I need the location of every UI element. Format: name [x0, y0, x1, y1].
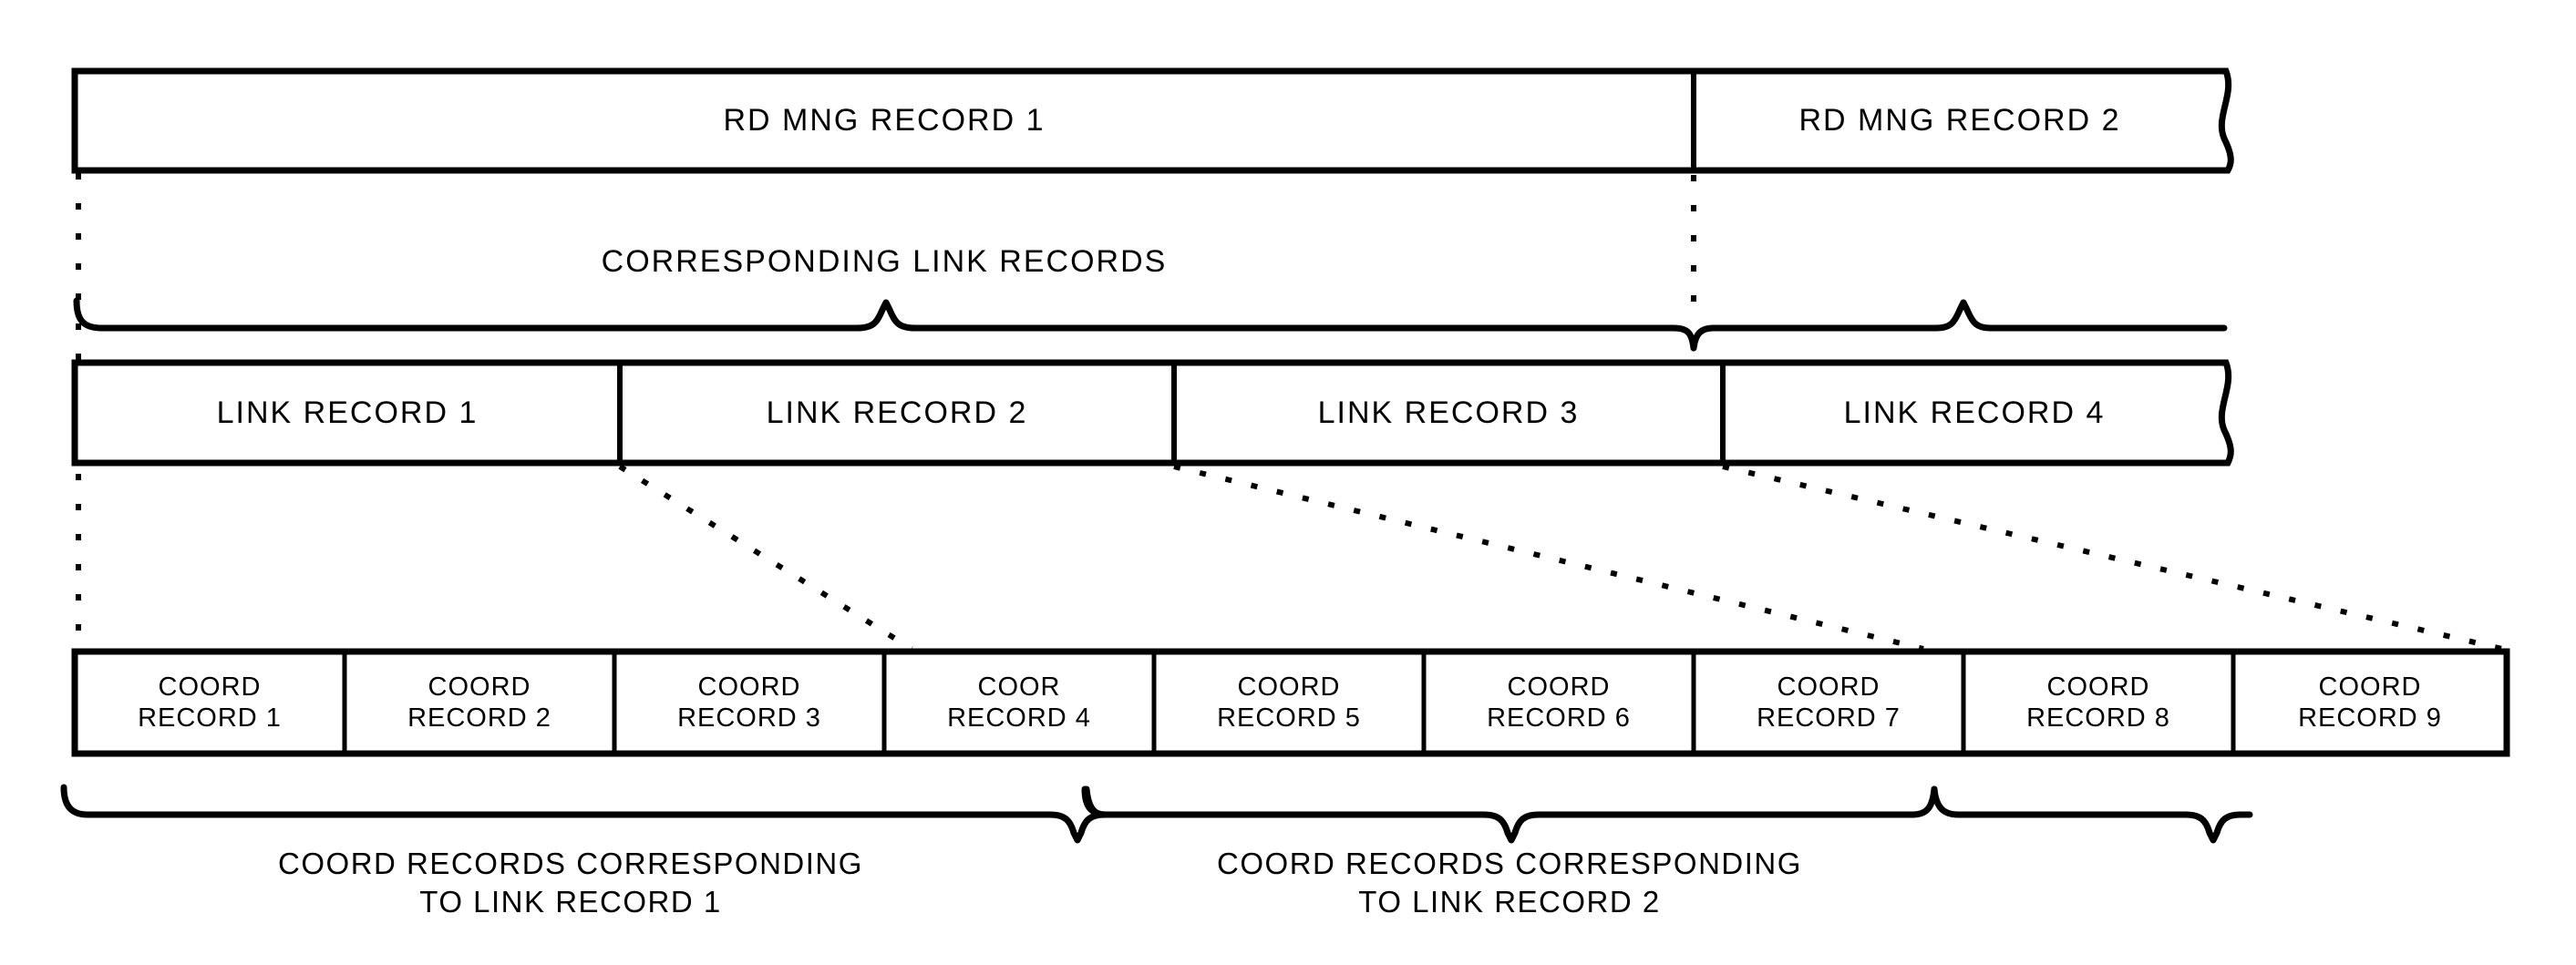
connector-link1-to-coord3	[618, 464, 913, 652]
patent-figure: RD MNG RECORD 1 RD MNG RECORD 2 CORRESPO…	[0, 0, 2576, 965]
brace-coord-records-link2	[1081, 785, 1938, 844]
diagram-linework	[60, 67, 2510, 844]
brace-coord-records-link1	[60, 784, 1108, 844]
brace-link-record-4	[1690, 299, 2228, 352]
coord-row-outline	[71, 648, 2510, 757]
link-row-outline	[71, 359, 2234, 467]
brace-corresponding-link-records	[73, 297, 1697, 352]
brace-coord-records-link3	[1931, 785, 2253, 844]
connector-link2-to-coord7	[1173, 464, 1924, 652]
connector-link3-to-coord9	[1722, 464, 2503, 652]
rd-mng-row-outline	[71, 67, 2234, 174]
